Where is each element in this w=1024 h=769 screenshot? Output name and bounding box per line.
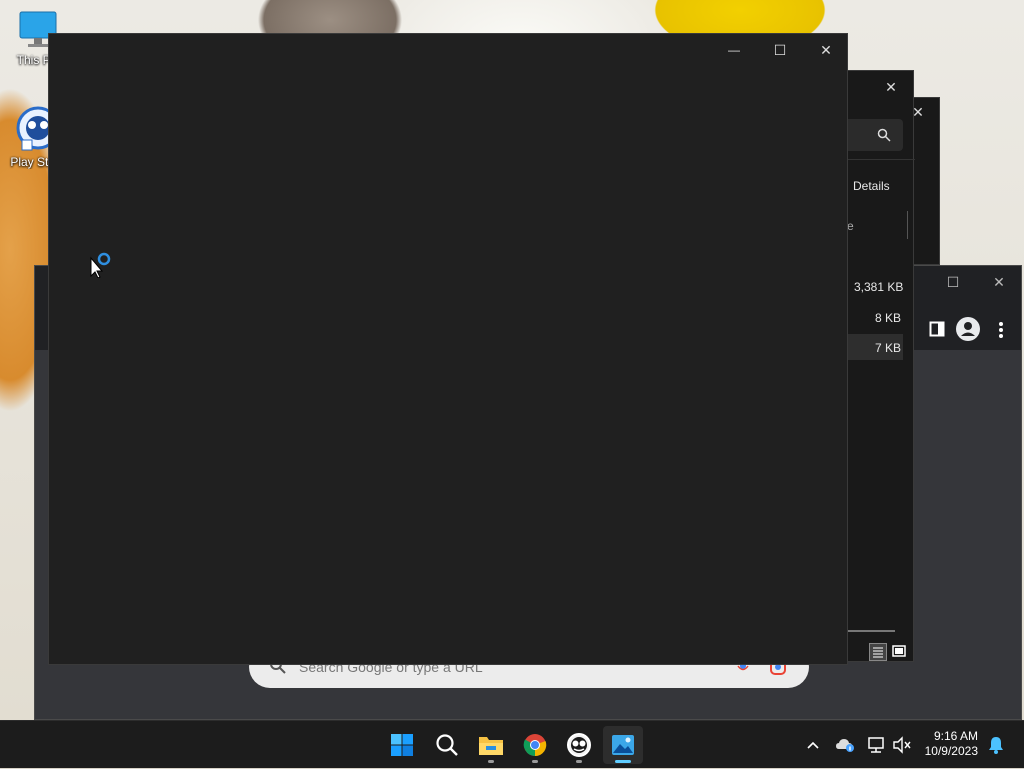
close-button[interactable]: ✕ xyxy=(803,34,849,66)
running-indicator xyxy=(488,760,494,763)
start-button[interactable] xyxy=(382,726,422,764)
taskbar-play-store[interactable] xyxy=(559,726,599,764)
show-hidden-icons-button[interactable] xyxy=(802,721,824,769)
search-icon xyxy=(436,734,458,756)
maximize-button[interactable]: ☐ xyxy=(757,34,803,66)
explorer-close-button[interactable]: ✕ xyxy=(868,71,914,103)
taskbar-chrome[interactable] xyxy=(515,726,555,764)
bell-icon xyxy=(989,737,1003,754)
taskbar: 9:16 AM 10/9/2023 xyxy=(0,720,1024,768)
browser-close-button[interactable]: ✕ xyxy=(976,266,1022,298)
network-tray[interactable] xyxy=(864,721,888,769)
file-explorer-icon xyxy=(479,737,503,755)
file-size: 8 KB xyxy=(875,311,902,325)
details-view-button[interactable] xyxy=(869,643,887,661)
notifications-button[interactable] xyxy=(984,721,1008,769)
taskbar-search-button[interactable] xyxy=(427,726,467,764)
cloud-info-icon xyxy=(836,739,854,752)
onedrive-tray[interactable] xyxy=(833,721,857,769)
menu-icon[interactable] xyxy=(997,321,1005,339)
network-icon xyxy=(868,737,884,753)
profile-icon[interactable] xyxy=(956,317,980,341)
taskbar-file-explorer[interactable] xyxy=(471,726,511,764)
main-window[interactable]: — ☐ ✕ xyxy=(48,33,848,665)
column-header-label: e xyxy=(847,219,854,233)
large-icons-view-icon xyxy=(892,645,906,657)
chevron-up-icon xyxy=(807,741,819,749)
running-indicator xyxy=(532,760,538,763)
start-icon xyxy=(391,734,413,756)
file-size: 3,381 KB xyxy=(854,280,904,294)
volume-tray[interactable] xyxy=(890,721,914,769)
selected-file-row[interactable]: 7 KB xyxy=(841,334,903,360)
taskbar-photos[interactable] xyxy=(603,726,643,764)
busy-cursor-icon xyxy=(90,252,111,278)
volume-muted-icon xyxy=(893,736,911,754)
photos-icon xyxy=(612,735,634,755)
running-indicator xyxy=(576,760,582,763)
side-panel-icon[interactable] xyxy=(929,321,945,337)
details-button[interactable]: Details xyxy=(853,179,890,193)
minimize-button[interactable]: — xyxy=(711,34,757,66)
search-icon xyxy=(877,128,891,142)
active-indicator xyxy=(615,760,631,763)
horizontal-scrollbar[interactable] xyxy=(841,630,895,632)
browser-maximize-button[interactable]: ☐ xyxy=(930,266,976,298)
explorer-toolbar-divider xyxy=(841,159,915,160)
chrome-icon xyxy=(523,734,547,757)
play-store-icon xyxy=(567,733,591,757)
explorer-search-box[interactable] xyxy=(841,119,903,151)
column-header[interactable]: e xyxy=(841,211,908,239)
large-icons-view-button[interactable] xyxy=(891,643,909,661)
details-view-icon xyxy=(873,647,883,658)
system-clock[interactable]: 9:16 AM 10/9/2023 xyxy=(925,729,978,759)
file-size: 7 KB xyxy=(875,341,902,355)
clock-time: 9:16 AM xyxy=(933,729,978,743)
clock-date: 10/9/2023 xyxy=(924,744,978,758)
